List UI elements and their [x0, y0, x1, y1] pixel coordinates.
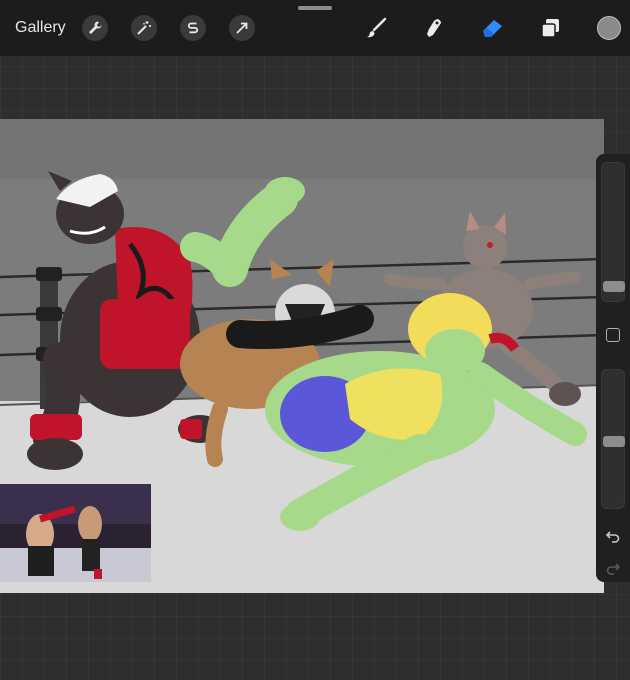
- selection-s-icon[interactable]: [180, 15, 206, 41]
- side-toolbar: [596, 154, 630, 582]
- redo-icon[interactable]: [603, 558, 623, 578]
- undo-icon[interactable]: [603, 526, 623, 546]
- opacity-thumb[interactable]: [603, 436, 625, 447]
- eraser-icon[interactable]: [478, 14, 506, 42]
- brush-size-thumb[interactable]: [603, 281, 625, 292]
- modify-button[interactable]: [606, 328, 620, 342]
- gallery-button[interactable]: Gallery: [15, 19, 66, 37]
- reference-photo: [0, 484, 151, 582]
- brush-size-slider[interactable]: [601, 162, 625, 302]
- transform-arrow-icon[interactable]: [229, 15, 255, 41]
- wrench-icon[interactable]: [82, 15, 108, 41]
- color-picker-button[interactable]: [597, 16, 621, 40]
- smudge-icon[interactable]: [420, 14, 448, 42]
- opacity-slider[interactable]: [601, 369, 625, 509]
- top-toolbar: Gallery: [0, 0, 630, 56]
- magic-wand-icon[interactable]: [131, 15, 157, 41]
- drag-handle[interactable]: [298, 6, 332, 10]
- drawing-canvas[interactable]: [0, 119, 604, 593]
- layers-icon[interactable]: [536, 14, 564, 42]
- brush-icon[interactable]: [362, 14, 390, 42]
